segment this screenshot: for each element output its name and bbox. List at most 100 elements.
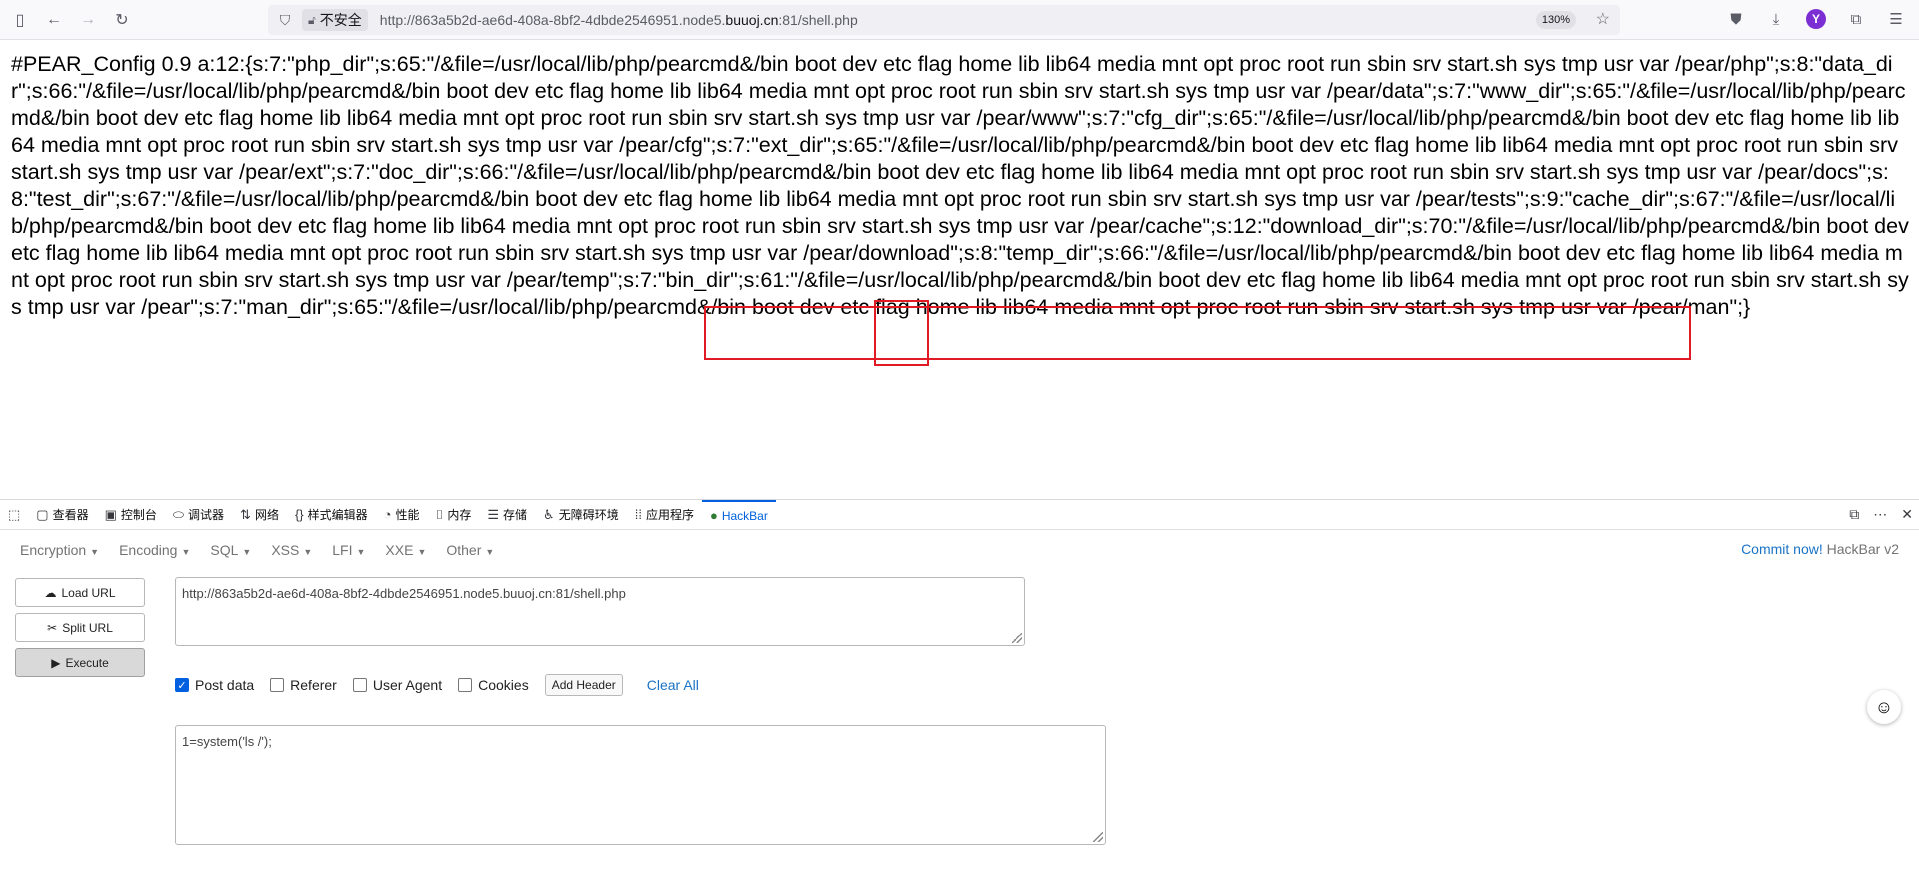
bookmark-star-icon[interactable]: ☆ [1596, 9, 1610, 29]
insecure-badge[interactable]: 🔓︎ 不安全 [302, 9, 368, 31]
toolbar-right-tools: ⛊ ⤓ Y ⧉ ☰ [1723, 6, 1909, 32]
cookies-checkbox[interactable]: Cookies [458, 677, 529, 693]
tab-console[interactable]: ▣ 控制台 [97, 500, 165, 530]
hackbar-menu: Encryption ▼ Encoding ▼ SQL ▼ XSS ▼ LFI ▼ XXE… [0, 530, 1919, 570]
tab-debugger[interactable]: ⬭ 调试器 [165, 500, 232, 530]
memory-icon: ⌷ [435, 506, 444, 522]
highlight-box-flag [874, 300, 929, 366]
button-label: Execute [65, 655, 109, 670]
post-data-input[interactable]: 1=system('ls /'); [175, 725, 1106, 845]
close-devtools-icon[interactable]: ✕ [1901, 506, 1913, 523]
element-picker-icon[interactable]: ⬚ [0, 500, 28, 530]
post-data-value: 1=system('ls /'); [182, 734, 272, 749]
extensions-icon[interactable]: ⧉ [1843, 6, 1869, 32]
account-avatar[interactable]: Y [1803, 6, 1829, 32]
menu-sql[interactable]: SQL ▼ [210, 542, 251, 558]
checkbox-icon [352, 678, 367, 692]
menu-label: XXE [385, 542, 414, 558]
commit-now-link[interactable]: Commit now! [1741, 541, 1823, 557]
hackbar-version: HackBar v2 [1826, 541, 1899, 557]
pocket-icon[interactable]: ⛊ [1723, 6, 1749, 32]
tab-application[interactable]: ⁞⁞ 应用程序 [627, 500, 702, 530]
menu-encoding[interactable]: Encoding ▼ [119, 542, 190, 558]
menu-icon[interactable]: ☰ [1883, 6, 1909, 32]
performance-icon: ◔ [383, 507, 392, 522]
cloud-download-icon: ☁ [44, 585, 57, 600]
tab-network[interactable]: ⇅ 网络 [232, 500, 287, 530]
add-header-button[interactable]: Add Header [544, 674, 623, 696]
menu-xxe[interactable]: XXE ▼ [385, 542, 426, 558]
tab-style-editor[interactable]: {} 样式编辑器 [287, 500, 376, 530]
devtools-tabs: ⬚ ▢ 查看器 ▣ 控制台 ⬭ 调试器 ⇅ 网络 {} 样式编辑器 ◔ 性能 ⌷ 内存 ☰ 存储… [0, 499, 1919, 530]
devtools-controls: ⧉ ⋯ ✕ [1849, 506, 1913, 523]
highlight-box-listing [704, 306, 1691, 360]
address-bar[interactable]: ⛉ 🔓︎ 不安全 http://863a5b2d-ae6d-408a-8bf2-… [268, 5, 1620, 35]
shield-icon[interactable]: ⛉ [276, 12, 294, 29]
menu-label: XSS [271, 542, 300, 558]
network-icon: ⇅ [240, 506, 251, 522]
menu-xss[interactable]: XSS ▼ [271, 542, 312, 558]
tab-inspector[interactable]: ▢ 查看器 [28, 500, 96, 530]
menu-encryption[interactable]: Encryption ▼ [20, 542, 99, 558]
tab-label: 查看器 [52, 508, 89, 522]
page-output: #PEAR_Config 0.9 a:12:{s:7:"php_dir";s:6… [11, 52, 1909, 319]
insecure-label: 不安全 [319, 12, 362, 28]
tab-label: 内存 [447, 508, 472, 522]
debugger-icon: ⬭ [172, 506, 185, 522]
button-label: Load URL [61, 585, 116, 600]
option-label: User Agent [372, 677, 443, 693]
reload-button[interactable]: ↻ [108, 6, 136, 34]
tab-label: 应用程序 [645, 508, 694, 522]
load-url-button[interactable]: ☁ Load URL [15, 578, 145, 607]
scissors-icon: ✂ [47, 620, 58, 635]
back-button[interactable]: ← [40, 6, 68, 34]
accessibility-icon: ♿︎ [543, 506, 555, 522]
checkbox-icon [270, 678, 285, 692]
forward-button[interactable]: → [74, 6, 102, 34]
split-url-button[interactable]: ✂ Split URL [15, 613, 145, 642]
menu-label: Encryption [20, 542, 87, 558]
more-options-icon[interactable]: ⋯ [1873, 506, 1887, 523]
option-label: Post data [195, 677, 255, 693]
console-icon: ▣ [104, 506, 117, 522]
menu-label: SQL [210, 542, 239, 558]
tab-memory[interactable]: ⌷ 内存 [428, 500, 480, 530]
referer-checkbox[interactable]: Referer [270, 677, 337, 693]
menu-label: Encoding [119, 542, 178, 558]
tab-label: 存储 [503, 508, 528, 522]
tab-hackbar[interactable]: ● HackBar [701, 499, 776, 530]
caret-down-icon: ▼ [181, 547, 191, 557]
downloads-icon[interactable]: ⤓ [1763, 6, 1789, 32]
tab-label: HackBar [721, 508, 768, 523]
user-agent-checkbox[interactable]: User Agent [352, 677, 443, 693]
post-data-checkbox[interactable]: ✓ Post data [175, 677, 254, 693]
assistant-avatar[interactable]: ☺ [1867, 690, 1901, 724]
tab-storage[interactable]: ☰ 存储 [479, 500, 535, 530]
caret-down-icon: ▼ [303, 547, 313, 557]
tab-label: 网络 [254, 508, 279, 522]
commit-info: Commit now! HackBar v2 [1741, 541, 1899, 557]
tab-accessibility[interactable]: ♿︎ 无障碍环境 [535, 500, 627, 530]
execute-button[interactable]: ▶ Execute [15, 648, 145, 677]
menu-other[interactable]: Other ▼ [446, 542, 494, 558]
url-text[interactable]: http://863a5b2d-ae6d-408a-8bf2-4dbde2546… [380, 12, 858, 28]
tab-performance[interactable]: ◔ 性能 [376, 500, 428, 530]
resize-grip[interactable] [1093, 832, 1103, 842]
tab-label: 无障碍环境 [558, 508, 619, 522]
dock-side-icon[interactable]: ⧉ [1849, 506, 1859, 523]
storage-icon: ☰ [487, 506, 500, 522]
clear-all-link[interactable]: Clear All [647, 677, 699, 693]
button-label: Split URL [62, 620, 113, 635]
zoom-level[interactable]: 130% [1535, 11, 1576, 29]
sidebar-toggle-icon[interactable]: ▯ [6, 6, 34, 34]
caret-down-icon: ▼ [417, 547, 427, 557]
style-editor-icon: {} [294, 507, 304, 522]
resize-grip[interactable] [1012, 633, 1022, 643]
devtools-panel: ⬚ ▢ 查看器 ▣ 控制台 ⬭ 调试器 ⇅ 网络 {} 样式编辑器 ◔ 性能 ⌷ 内存 ☰ 存储… [0, 499, 1919, 869]
caret-down-icon: ▼ [485, 547, 495, 557]
url-input[interactable]: http://863a5b2d-ae6d-408a-8bf2-4dbde2546… [175, 577, 1025, 646]
url-host: buuoj.cn [725, 12, 779, 28]
tab-label: 性能 [395, 508, 420, 522]
menu-lfi[interactable]: LFI ▼ [332, 542, 365, 558]
browser-toolbar: ▯ ← → ↻ ⛉ 🔓︎ 不安全 http://863a5b2d-ae6d-40… [0, 0, 1919, 40]
